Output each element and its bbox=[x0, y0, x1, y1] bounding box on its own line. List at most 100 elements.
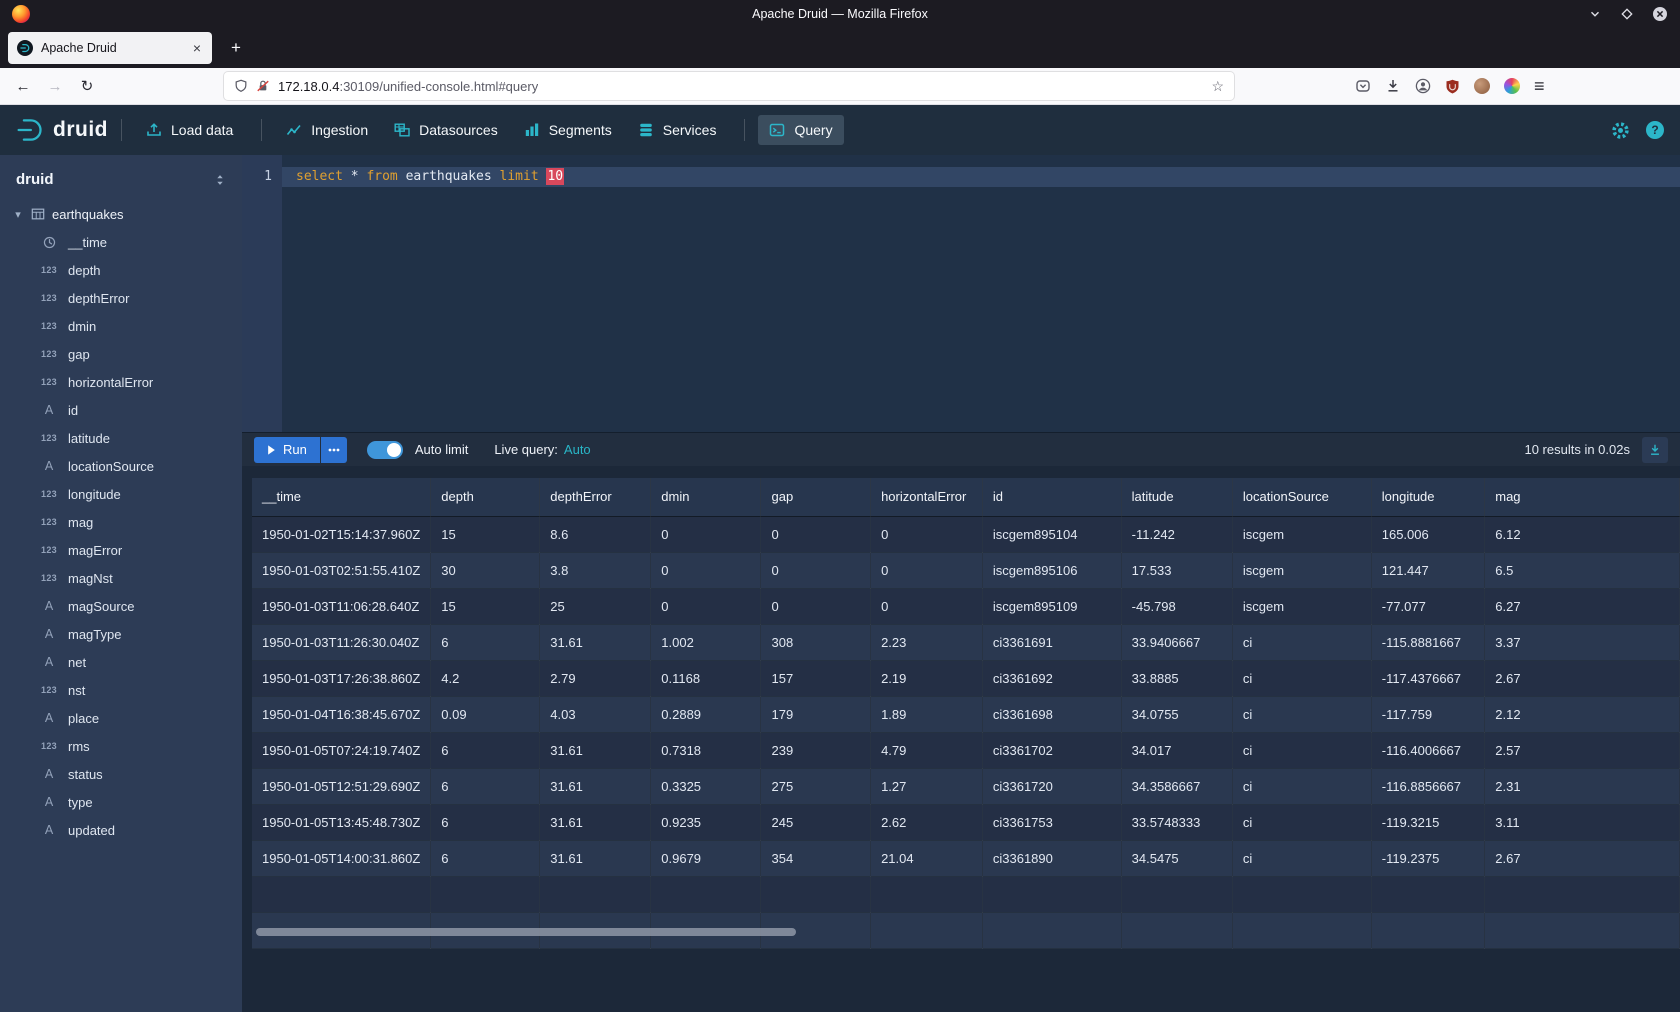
column-header-dmin[interactable]: dmin bbox=[651, 478, 761, 516]
table-cell[interactable]: 157 bbox=[761, 660, 871, 696]
column-header-locationSource[interactable]: locationSource bbox=[1232, 478, 1371, 516]
table-cell[interactable]: 0.2889 bbox=[651, 696, 761, 732]
sidebar-column-dmin[interactable]: 123dmin bbox=[0, 312, 242, 340]
sidebar-column-updated[interactable]: Aupdated bbox=[0, 816, 242, 844]
gear-icon[interactable] bbox=[1611, 121, 1630, 140]
druid-brand[interactable]: druid bbox=[16, 116, 108, 144]
table-cell[interactable]: 0 bbox=[761, 516, 871, 552]
table-cell[interactable]: 6 bbox=[431, 768, 540, 804]
sidebar-column-nst[interactable]: 123nst bbox=[0, 676, 242, 704]
run-button[interactable]: Run bbox=[254, 437, 320, 463]
column-header-longitude[interactable]: longitude bbox=[1371, 478, 1485, 516]
table-cell[interactable]: 1950-01-05T07:24:19.740Z bbox=[252, 732, 431, 768]
table-cell[interactable]: 33.9406667 bbox=[1121, 624, 1232, 660]
download-results-button[interactable] bbox=[1642, 437, 1668, 463]
table-cell[interactable]: ci3361692 bbox=[982, 660, 1121, 696]
table-cell[interactable]: ci3361698 bbox=[982, 696, 1121, 732]
table-cell[interactable]: 6.12 bbox=[1485, 516, 1680, 552]
forward-icon[interactable]: → bbox=[42, 73, 68, 99]
table-cell[interactable]: -119.2375 bbox=[1371, 840, 1485, 876]
table-cell[interactable]: 0 bbox=[871, 588, 983, 624]
back-icon[interactable]: ← bbox=[10, 73, 36, 99]
table-cell[interactable]: 2.62 bbox=[871, 804, 983, 840]
table-cell[interactable]: 0 bbox=[871, 552, 983, 588]
tab-close-icon[interactable]: × bbox=[191, 40, 203, 56]
query-editor[interactable]: 1 select * from earthquakes limit 10 bbox=[242, 155, 1680, 432]
table-cell[interactable]: 354 bbox=[761, 840, 871, 876]
insecure-lock-icon[interactable] bbox=[256, 79, 270, 93]
table-cell[interactable]: 6.5 bbox=[1485, 552, 1680, 588]
table-cell[interactable]: iscgem bbox=[1232, 552, 1371, 588]
table-cell[interactable]: 4.2 bbox=[431, 660, 540, 696]
table-cell[interactable]: 1950-01-03T11:06:28.640Z bbox=[252, 588, 431, 624]
table-cell[interactable]: 245 bbox=[761, 804, 871, 840]
table-cell[interactable]: 34.5475 bbox=[1121, 840, 1232, 876]
table-cell[interactable]: 275 bbox=[761, 768, 871, 804]
column-header-latitude[interactable]: latitude bbox=[1121, 478, 1232, 516]
table-cell[interactable]: 1950-01-03T11:26:30.040Z bbox=[252, 624, 431, 660]
table-cell[interactable]: -11.242 bbox=[1121, 516, 1232, 552]
live-query-value[interactable]: Auto bbox=[564, 442, 591, 457]
table-cell[interactable]: -77.077 bbox=[1371, 588, 1485, 624]
table-cell[interactable]: 2.12 bbox=[1485, 696, 1680, 732]
table-cell[interactable]: ci bbox=[1232, 660, 1371, 696]
table-cell[interactable]: 1950-01-04T16:38:45.670Z bbox=[252, 696, 431, 732]
table-cell[interactable]: ci3361691 bbox=[982, 624, 1121, 660]
bookmark-star-icon[interactable]: ☆ bbox=[1211, 78, 1224, 95]
tab-apache-druid[interactable]: Apache Druid × bbox=[8, 32, 212, 64]
table-cell[interactable]: iscgem bbox=[1232, 588, 1371, 624]
column-header-mag[interactable]: mag bbox=[1485, 478, 1680, 516]
table-cell[interactable]: 2.67 bbox=[1485, 840, 1680, 876]
table-cell[interactable]: 121.447 bbox=[1371, 552, 1485, 588]
column-header-depthError[interactable]: depthError bbox=[540, 478, 651, 516]
table-cell[interactable]: 1.89 bbox=[871, 696, 983, 732]
sidebar-column-latitude[interactable]: 123latitude bbox=[0, 424, 242, 452]
extension-pinwheel-icon[interactable] bbox=[1504, 78, 1520, 94]
table-cell[interactable]: 0 bbox=[651, 516, 761, 552]
table-cell[interactable]: iscgem895109 bbox=[982, 588, 1121, 624]
table-cell[interactable]: 0 bbox=[871, 516, 983, 552]
table-cell[interactable]: 6 bbox=[431, 804, 540, 840]
column-header-gap[interactable]: gap bbox=[761, 478, 871, 516]
table-cell[interactable]: ci bbox=[1232, 696, 1371, 732]
sidebar-column-horizontalError[interactable]: 123horizontalError bbox=[0, 368, 242, 396]
table-cell[interactable]: 8.6 bbox=[540, 516, 651, 552]
chevron-down-icon[interactable]: ▾ bbox=[12, 208, 24, 221]
table-cell[interactable]: 15 bbox=[431, 516, 540, 552]
table-cell[interactable]: ci3361753 bbox=[982, 804, 1121, 840]
table-cell[interactable]: 31.61 bbox=[540, 768, 651, 804]
downloads-icon[interactable] bbox=[1385, 78, 1401, 94]
table-cell[interactable]: 1950-01-02T15:14:37.960Z bbox=[252, 516, 431, 552]
table-cell[interactable]: 34.3586667 bbox=[1121, 768, 1232, 804]
sidebar-column-magNst[interactable]: 123magNst bbox=[0, 564, 242, 592]
table-cell[interactable]: -119.3215 bbox=[1371, 804, 1485, 840]
table-cell[interactable]: 6 bbox=[431, 840, 540, 876]
table-cell[interactable]: 2.31 bbox=[1485, 768, 1680, 804]
sidebar-column-place[interactable]: Aplace bbox=[0, 704, 242, 732]
nav-services[interactable]: Services bbox=[627, 115, 728, 145]
sidebar-column-depth[interactable]: 123depth bbox=[0, 256, 242, 284]
nav-load-data[interactable]: Load data bbox=[135, 115, 244, 145]
sidebar-column-locationSource[interactable]: AlocationSource bbox=[0, 452, 242, 480]
table-cell[interactable]: 4.03 bbox=[540, 696, 651, 732]
table-cell[interactable]: 0.09 bbox=[431, 696, 540, 732]
minimize-icon[interactable] bbox=[1588, 7, 1602, 21]
table-cell[interactable]: ci3361702 bbox=[982, 732, 1121, 768]
account-icon[interactable] bbox=[1415, 78, 1431, 94]
sidebar-column-gap[interactable]: 123gap bbox=[0, 340, 242, 368]
menu-icon[interactable]: ≡ bbox=[1534, 76, 1545, 97]
sidebar-column-net[interactable]: Anet bbox=[0, 648, 242, 676]
table-cell[interactable]: 0.9679 bbox=[651, 840, 761, 876]
new-tab-button[interactable]: + bbox=[222, 34, 250, 62]
table-cell[interactable]: 308 bbox=[761, 624, 871, 660]
url-bar[interactable]: 172.18.0.4:30109/unified-console.html#qu… bbox=[224, 72, 1234, 100]
table-cell[interactable]: 0.7318 bbox=[651, 732, 761, 768]
url-text[interactable]: 172.18.0.4:30109/unified-console.html#qu… bbox=[278, 79, 538, 94]
table-cell[interactable]: 0.1168 bbox=[651, 660, 761, 696]
table-cell[interactable]: 0 bbox=[651, 552, 761, 588]
shield-icon[interactable] bbox=[234, 79, 248, 93]
table-cell[interactable]: 0 bbox=[761, 552, 871, 588]
table-cell[interactable]: 31.61 bbox=[540, 804, 651, 840]
table-cell[interactable]: 0 bbox=[761, 588, 871, 624]
table-cell[interactable]: 21.04 bbox=[871, 840, 983, 876]
